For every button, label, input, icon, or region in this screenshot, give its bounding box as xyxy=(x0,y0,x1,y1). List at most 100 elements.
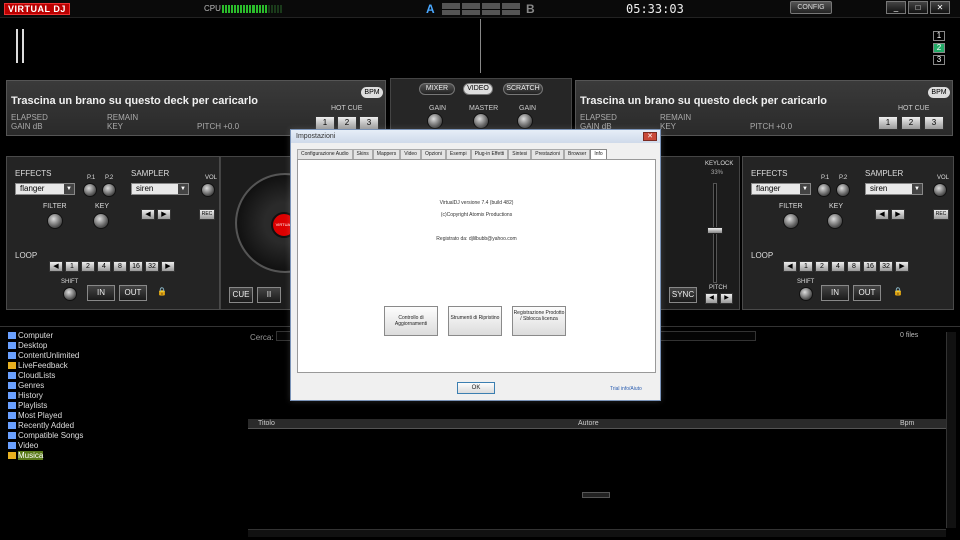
gain-right-knob[interactable] xyxy=(517,113,533,129)
right-loop-in[interactable]: IN xyxy=(821,285,849,301)
left-sampler-select[interactable]: siren ▼ xyxy=(131,183,189,195)
left-bpm-button[interactable]: BPM xyxy=(361,87,383,98)
right-hot-cue-3[interactable]: 3 xyxy=(924,116,944,130)
right-pitch-handle[interactable] xyxy=(707,227,723,234)
right-keylock-label[interactable]: KEYLOCK xyxy=(705,161,733,167)
right-key-knob[interactable] xyxy=(827,213,843,229)
right-shift-knob[interactable] xyxy=(799,287,813,301)
left-rec-button[interactable]: REC xyxy=(199,209,215,220)
right-loop-2[interactable]: 2 xyxy=(815,261,829,272)
tab-video[interactable]: Video xyxy=(400,149,421,159)
left-vol-knob[interactable] xyxy=(201,183,215,197)
right-loop-forward[interactable]: ▶ xyxy=(895,261,909,272)
tree-item-contentunlimited[interactable]: ContentUnlimited xyxy=(8,351,236,361)
mixer-tab[interactable]: MIXER xyxy=(419,83,455,95)
vertical-scrollbar[interactable] xyxy=(946,332,956,528)
master-knob[interactable] xyxy=(473,113,489,129)
tree-item-compatible-songs[interactable]: Compatible Songs xyxy=(8,431,236,441)
left-sampler-play[interactable]: ▶ xyxy=(157,209,171,220)
right-hot-cue-2[interactable]: 2 xyxy=(901,116,921,130)
tab-synthesis[interactable]: Sintesi xyxy=(508,149,532,159)
tree-item-cloudlists[interactable]: CloudLists xyxy=(8,371,236,381)
left-loop-back[interactable]: ◀ xyxy=(49,261,63,272)
left-loop-in[interactable]: IN xyxy=(87,285,115,301)
left-loop-8[interactable]: 8 xyxy=(113,261,127,272)
left-pause-button[interactable]: II xyxy=(257,287,281,303)
scratch-tab[interactable]: SCRATCH xyxy=(503,83,543,95)
tab-samples[interactable]: Esempi xyxy=(445,149,471,159)
left-hot-cue-1[interactable]: 1 xyxy=(315,116,335,130)
right-bpm-button[interactable]: BPM xyxy=(928,87,950,98)
tree-item-genres[interactable]: Genres xyxy=(8,381,236,391)
right-sampler-prev[interactable]: ◀ xyxy=(875,209,889,220)
column-title[interactable]: Titolo xyxy=(258,419,275,429)
right-loop-1[interactable]: 1 xyxy=(799,261,813,272)
right-rec-button[interactable]: REC xyxy=(933,209,949,220)
right-vol-knob[interactable] xyxy=(933,183,947,197)
column-author[interactable]: Autore xyxy=(578,419,599,429)
right-loop-out[interactable]: OUT xyxy=(853,285,881,301)
left-loop-32[interactable]: 32 xyxy=(145,261,159,272)
left-shift-knob[interactable] xyxy=(63,287,77,301)
tab-options[interactable]: Opzioni xyxy=(420,149,446,159)
tab-skins[interactable]: Skins xyxy=(352,149,373,159)
right-p1-knob[interactable] xyxy=(817,183,831,197)
register-product-button[interactable]: Registrazione Prodotto / Sblocca licenza xyxy=(512,306,566,336)
tree-item-livefeedback[interactable]: LiveFeedback xyxy=(8,361,236,371)
right-sampler-play[interactable]: ▶ xyxy=(891,209,905,220)
right-loop-4[interactable]: 4 xyxy=(831,261,845,272)
tab-mappers[interactable]: Mappers xyxy=(372,149,401,159)
right-loop-32[interactable]: 32 xyxy=(879,261,893,272)
tab-effect-plugins[interactable]: Plug-in Effetti xyxy=(470,149,509,159)
left-loop-out[interactable]: OUT xyxy=(119,285,147,301)
waveform-area[interactable]: 1 2 3 xyxy=(0,19,960,73)
column-bpm[interactable]: Bpm xyxy=(900,419,914,429)
left-loop-16[interactable]: 16 xyxy=(129,261,143,272)
left-effect-select[interactable]: flanger ▼ xyxy=(15,183,75,195)
restore-tools-button[interactable]: Strumenti di Ripristino xyxy=(448,306,502,336)
right-sampler-select[interactable]: siren ▼ xyxy=(865,183,923,195)
minimize-button[interactable]: _ xyxy=(886,1,906,14)
maximize-button[interactable]: □ xyxy=(908,1,928,14)
right-deck-info[interactable]: Trascina un brano su questo deck per car… xyxy=(575,80,953,136)
tab-performance[interactable]: Prestazioni xyxy=(531,149,564,159)
ok-button[interactable]: OK xyxy=(457,382,495,394)
left-hot-cue-2[interactable]: 2 xyxy=(337,116,357,130)
left-p2-knob[interactable] xyxy=(102,183,116,197)
tree-item-desktop[interactable]: Desktop xyxy=(8,341,236,351)
trial-info-link[interactable]: Trial info/Aiuto xyxy=(610,386,642,392)
left-key-knob[interactable] xyxy=(93,213,109,229)
tree-item-most-played[interactable]: Most Played xyxy=(8,411,236,421)
right-loop-back[interactable]: ◀ xyxy=(783,261,797,272)
deck-number-2[interactable]: 2 xyxy=(933,43,945,53)
tab-audio-config[interactable]: Configurazione Audio xyxy=(297,149,353,159)
dialog-close-button[interactable]: ✕ xyxy=(643,132,657,141)
tree-item-video[interactable]: Video xyxy=(8,441,236,451)
right-loop-8[interactable]: 8 xyxy=(847,261,861,272)
horizontal-scrollbar[interactable] xyxy=(248,529,946,537)
check-updates-button[interactable]: Controllo di Aggiornamenti xyxy=(384,306,438,336)
left-deck-info[interactable]: Trascina un brano su questo deck per car… xyxy=(6,80,386,136)
right-sync-button[interactable]: SYNC xyxy=(669,287,697,303)
right-effect-select[interactable]: flanger ▼ xyxy=(751,183,811,195)
tree-item-playlists[interactable]: Playlists xyxy=(8,401,236,411)
deck-number-3[interactable]: 3 xyxy=(933,55,945,65)
right-hot-cue-1[interactable]: 1 xyxy=(878,116,898,130)
left-loop-2[interactable]: 2 xyxy=(81,261,95,272)
tree-item-recently-added[interactable]: Recently Added xyxy=(8,421,236,431)
right-pitch-up[interactable]: ▶ xyxy=(720,293,733,304)
tab-browser[interactable]: Browser xyxy=(563,149,591,159)
tree-item-computer[interactable]: Computer xyxy=(8,331,236,341)
left-sampler-prev[interactable]: ◀ xyxy=(141,209,155,220)
crossfader-selector[interactable] xyxy=(442,3,520,15)
left-loop-forward[interactable]: ▶ xyxy=(161,261,175,272)
left-p1-knob[interactable] xyxy=(83,183,97,197)
close-button[interactable]: ✕ xyxy=(930,1,950,14)
right-loop-lock-icon[interactable]: 🔒 xyxy=(893,287,903,296)
tree-item-history[interactable]: History xyxy=(8,391,236,401)
left-filter-knob[interactable] xyxy=(47,213,63,229)
right-p2-knob[interactable] xyxy=(836,183,850,197)
right-filter-knob[interactable] xyxy=(783,213,799,229)
left-loop-1[interactable]: 1 xyxy=(65,261,79,272)
deck-number-1[interactable]: 1 xyxy=(933,31,945,41)
